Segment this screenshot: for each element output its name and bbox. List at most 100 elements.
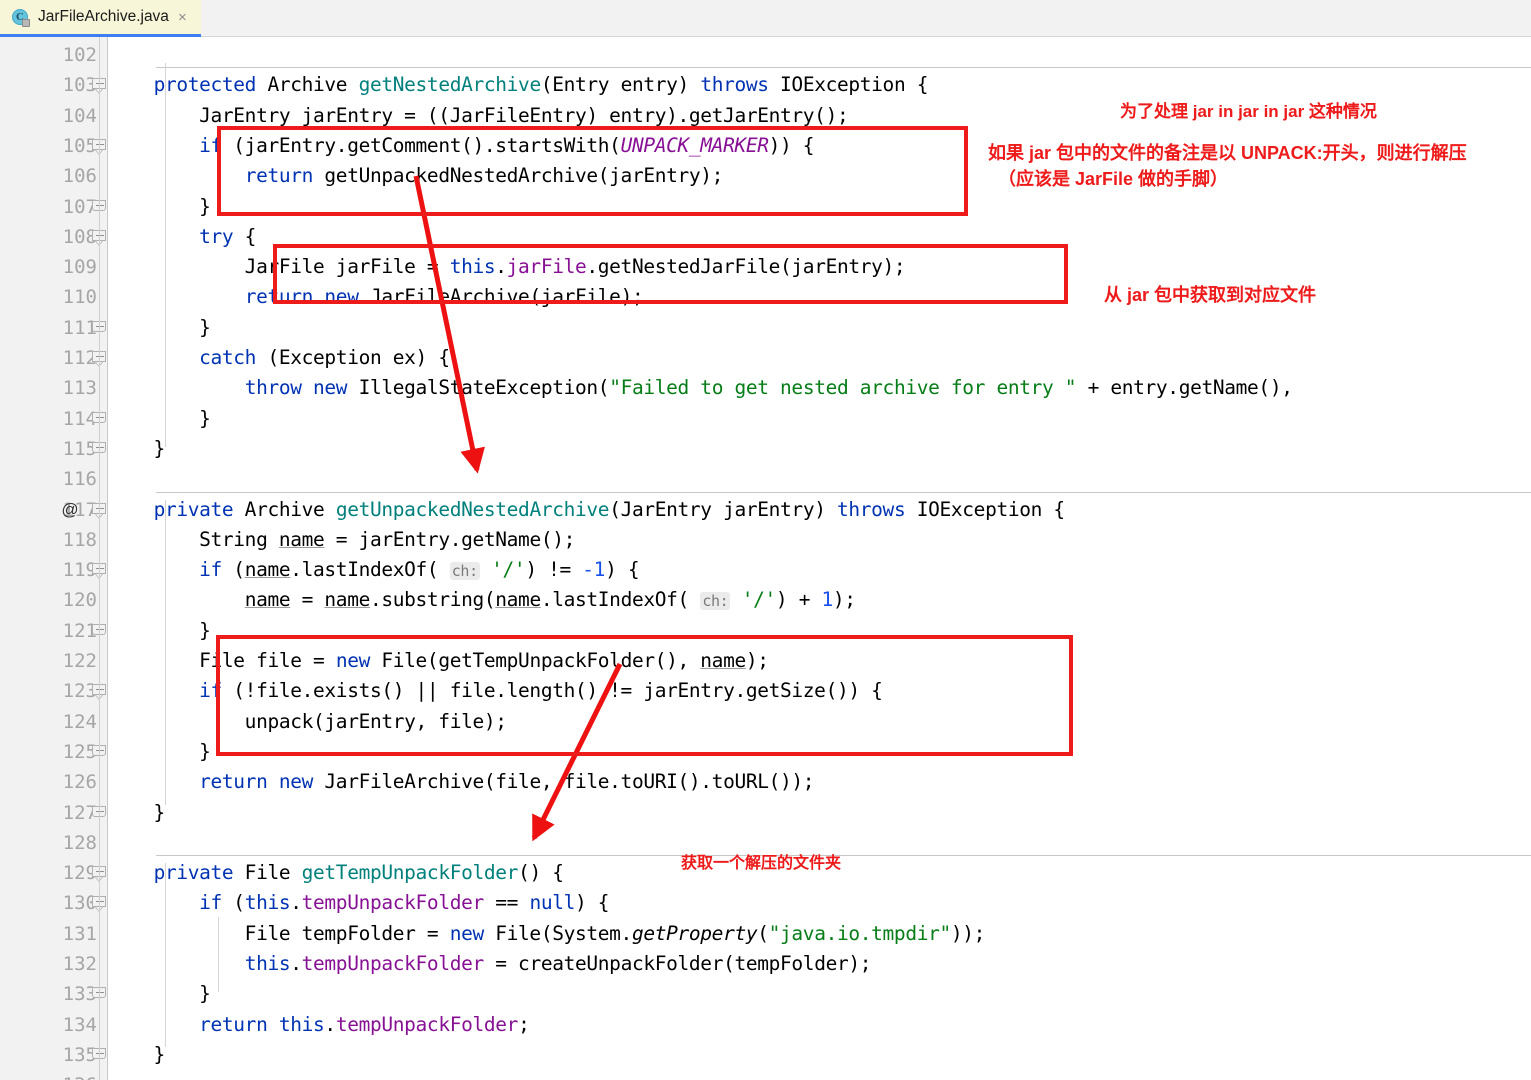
code-line[interactable]: if (this.tempUnpackFolder == null) { bbox=[108, 888, 1531, 918]
code-line-text: File file = new File(getTempUnpackFolder… bbox=[108, 649, 769, 672]
code-line[interactable]: } bbox=[108, 1040, 1531, 1070]
indent-guide bbox=[165, 500, 166, 805]
code-line[interactable]: File file = new File(getTempUnpackFolder… bbox=[108, 646, 1531, 676]
gutter-row: 123 bbox=[0, 676, 107, 706]
code-line-text: throw new IllegalStateException("Failed … bbox=[244, 376, 1293, 400]
code-line-text: private Archive getUnpackedNestedArchive… bbox=[153, 497, 1066, 521]
indent-guide bbox=[218, 917, 219, 992]
gutter-row: 108 bbox=[0, 222, 107, 252]
code-line[interactable]: JarEntry jarEntry = ((JarFileEntry) entr… bbox=[108, 101, 1531, 131]
code-line[interactable]: } bbox=[108, 979, 1531, 1009]
code-line[interactable]: } bbox=[108, 737, 1531, 767]
code-line-text: this.tempUnpackFolder = createUnpackFold… bbox=[244, 952, 872, 975]
gutter-row: 103 bbox=[0, 70, 107, 100]
code-line-text: } bbox=[108, 406, 211, 430]
editor-tab-jarfilearchive[interactable]: C JarFileArchive.java × bbox=[0, 0, 201, 37]
code-line-text: return new JarFileArchive(file, file.toU… bbox=[199, 770, 815, 794]
indent-guide bbox=[165, 63, 166, 447]
code-line[interactable]: return this.tempUnpackFolder; bbox=[108, 1010, 1531, 1040]
code-line-text: unpack(jarEntry, file); bbox=[108, 709, 507, 733]
code-line[interactable]: return getUnpackedNestedArchive(jarEntry… bbox=[108, 161, 1531, 191]
code-line[interactable]: } bbox=[108, 434, 1531, 464]
gutter-row: 116 bbox=[0, 464, 107, 494]
code-line-text: if (this.tempUnpackFolder == null) { bbox=[199, 891, 610, 915]
java-class-icon: C bbox=[12, 8, 30, 27]
gutter-row: 131 bbox=[0, 919, 107, 949]
code-line-text: protected Archive getNestedArchive(Entry… bbox=[153, 73, 929, 97]
code-line[interactable]: } bbox=[108, 192, 1531, 222]
gutter-row: 113 bbox=[0, 373, 107, 403]
gutter-row: 117 @ bbox=[0, 495, 107, 525]
gutter-row: 102 bbox=[0, 40, 107, 70]
code-line-text: JarFile jarFile = this.jarFile.getNested… bbox=[108, 255, 906, 279]
lock-icon bbox=[22, 18, 30, 27]
code-line[interactable]: } bbox=[108, 616, 1531, 646]
code-line[interactable]: private Archive getUnpackedNestedArchive… bbox=[108, 495, 1531, 525]
code-line-text: return getUnpackedNestedArchive(jarEntry… bbox=[244, 164, 724, 188]
code-line[interactable]: String name = jarEntry.getName(); bbox=[108, 525, 1531, 555]
code-line[interactable]: name = name.substring(name.lastIndexOf( … bbox=[108, 585, 1531, 615]
gutter-row: 135 bbox=[0, 1040, 107, 1070]
code-content[interactable]: protected Archive getNestedArchive(Entry… bbox=[108, 37, 1531, 1080]
code-line-text: String name = jarEntry.getName(); bbox=[108, 527, 576, 551]
code-line[interactable]: catch (Exception ex) { bbox=[108, 343, 1531, 373]
code-line-text: return this.tempUnpackFolder; bbox=[199, 1012, 530, 1036]
code-line[interactable]: if (name.lastIndexOf( ch: '/') != -1) { bbox=[108, 555, 1531, 585]
gutter-row: 136 bbox=[0, 1070, 107, 1080]
gutter-row: 106 bbox=[0, 161, 107, 191]
code-line-text: private File getTempUnpackFolder() { bbox=[153, 861, 564, 885]
code-line[interactable] bbox=[108, 40, 1531, 70]
gutter-row: 124 bbox=[0, 707, 107, 737]
gutter-row: 121 bbox=[0, 616, 107, 646]
gutter-row: 128 bbox=[0, 828, 107, 858]
code-line[interactable]: unpack(jarEntry, file); bbox=[108, 707, 1531, 737]
code-line[interactable]: try { bbox=[108, 222, 1531, 252]
code-line-text: JarEntry jarEntry = ((JarFileEntry) entr… bbox=[108, 103, 849, 127]
ide-editor-window: C JarFileArchive.java × 102 103 104 105 106 1… bbox=[0, 0, 1531, 1080]
code-line[interactable]: this.tempUnpackFolder = createUnpackFold… bbox=[108, 949, 1531, 979]
gutter-row: 115 bbox=[0, 434, 107, 464]
gutter-row: 129 bbox=[0, 858, 107, 888]
code-line[interactable]: return new JarFileArchive(jarFile); bbox=[108, 282, 1531, 312]
gutter-row: 120 bbox=[0, 585, 107, 615]
code-line[interactable]: protected Archive getNestedArchive(Entry… bbox=[108, 70, 1531, 100]
code-line[interactable]: return new JarFileArchive(file, file.toU… bbox=[108, 767, 1531, 797]
gutter-row: 119 bbox=[0, 555, 107, 585]
code-line[interactable]: File tempFolder = new File(System.getPro… bbox=[108, 919, 1531, 949]
code-line-text: File tempFolder = new File(System.getPro… bbox=[108, 921, 986, 945]
code-line[interactable] bbox=[108, 464, 1531, 494]
gutter-row: 112 bbox=[0, 343, 107, 373]
code-line[interactable]: if (!file.exists() || file.length() != j… bbox=[108, 676, 1531, 706]
code-line-text: } bbox=[108, 315, 211, 339]
gutter-row: 133 bbox=[0, 979, 107, 1009]
code-line-text: } bbox=[108, 436, 166, 460]
gutter-row: 111 bbox=[0, 313, 107, 343]
code-line[interactable]: private File getTempUnpackFolder() { bbox=[108, 858, 1531, 888]
gutter-row: 105 bbox=[0, 131, 107, 161]
code-line[interactable]: if (jarEntry.getComment().startsWith(UNP… bbox=[108, 131, 1531, 161]
code-editor[interactable]: 102 103 104 105 106 107 108 109 110 111 112 113 114 1… bbox=[0, 37, 1531, 1080]
code-line[interactable]: throw new IllegalStateException("Failed … bbox=[108, 373, 1531, 403]
editor-tab-bar: C JarFileArchive.java × bbox=[0, 0, 1531, 37]
code-line[interactable]: } bbox=[108, 404, 1531, 434]
gutter-row: 109 bbox=[0, 252, 107, 282]
code-line-text: } bbox=[108, 194, 211, 218]
gutter-row: 130 bbox=[0, 888, 107, 918]
code-line[interactable]: } bbox=[108, 313, 1531, 343]
gutter-row: 132 bbox=[0, 949, 107, 979]
close-icon[interactable]: × bbox=[178, 10, 187, 25]
code-line[interactable]: JarFile jarFile = this.jarFile.getNested… bbox=[108, 252, 1531, 282]
gutter-row: 126 bbox=[0, 767, 107, 797]
code-line-text: } bbox=[108, 618, 211, 642]
code-line[interactable] bbox=[108, 1070, 1531, 1080]
code-line-text: } bbox=[108, 739, 211, 763]
gutter-row: 125 bbox=[0, 737, 107, 767]
override-gutter-icon[interactable]: @ bbox=[58, 495, 82, 525]
code-line[interactable] bbox=[108, 828, 1531, 858]
editor-tab-title: JarFileArchive.java bbox=[38, 8, 169, 25]
code-line-text: } bbox=[108, 800, 166, 824]
editor-gutter[interactable]: 102 103 104 105 106 107 108 109 110 111 112 113 114 1… bbox=[0, 37, 108, 1080]
gutter-row: 122 bbox=[0, 646, 107, 676]
code-line[interactable]: } bbox=[108, 798, 1531, 828]
code-line-text: if (name.lastIndexOf( ch: '/') != -1) { bbox=[199, 558, 640, 582]
